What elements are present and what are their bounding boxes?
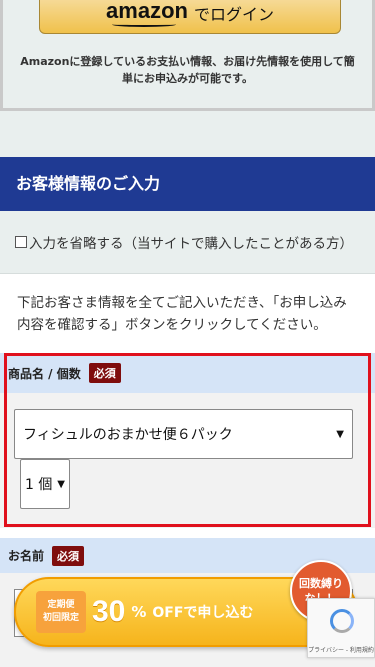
skip-label: 入力を省略する（当サイトで購入したことがある方）	[29, 236, 353, 252]
recaptcha-icon	[330, 609, 354, 633]
spacer	[0, 111, 375, 157]
amazon-pay-block: amazon でログイン Amazonに登録しているお支払い情報、お届け先情報を…	[0, 0, 375, 111]
recaptcha-text: プライバシー - 利用規約	[308, 647, 374, 654]
promo-percent: %	[131, 603, 147, 621]
name-field-label: お名前	[8, 549, 45, 563]
highlight-frame	[4, 353, 371, 527]
required-badge: 必須	[52, 545, 85, 566]
intro-text: 下記お客さま情報を全てご記入いただき、「お申し込み内容を確認する」ボタンをクリッ…	[17, 295, 347, 333]
amazon-login-button[interactable]: amazon でログイン	[39, 0, 341, 34]
recaptcha-badge[interactable]: プライバシー - 利用規約	[307, 598, 375, 658]
promo-discount: 30	[92, 595, 126, 628]
promo-tag-line2: 初回限定	[42, 613, 79, 623]
promo-off-text: OFFで申し込む	[152, 605, 254, 621]
amazon-logo: amazon	[106, 0, 188, 27]
amazon-note: Amazonに登録しているお支払い情報、お届け先情報を使用して簡単にお申込みが可…	[20, 55, 355, 85]
section-title: お客様情報のご入力	[0, 157, 375, 211]
skip-checkbox[interactable]	[15, 236, 27, 248]
skip-input-row[interactable]: 入力を省略する（当サイトで購入したことがある方）	[0, 211, 375, 274]
promo-tag: 定期便 初回限定	[36, 591, 86, 633]
amazon-login-label: でログイン	[193, 5, 274, 24]
promo-tag-line1: 定期便	[47, 600, 75, 610]
